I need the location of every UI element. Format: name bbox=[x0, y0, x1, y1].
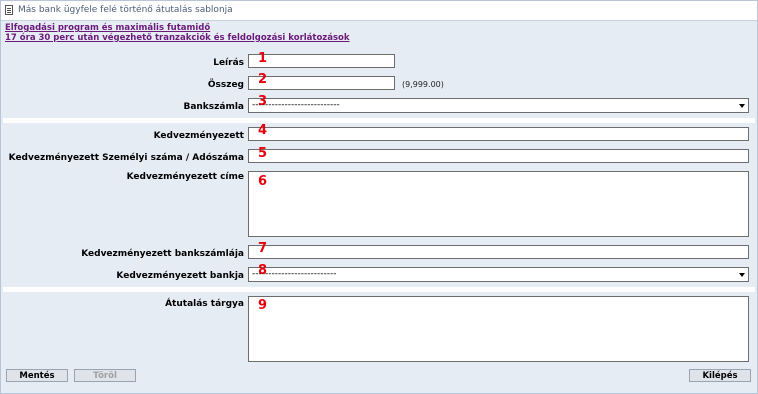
field-number-4: 4 bbox=[258, 123, 268, 138]
kedvezmenyezett-input[interactable] bbox=[248, 127, 749, 141]
kedvezmenyezett-label: Kedvezményezett bbox=[153, 131, 244, 141]
info-links: Elfogadási program és maximális futamidő… bbox=[5, 23, 350, 43]
link-acceptance-program[interactable]: Elfogadási program és maximális futamidő bbox=[5, 23, 350, 33]
cime-label: Kedvezményezett címe bbox=[126, 172, 244, 182]
bankszamla-select[interactable]: --------------------------- bbox=[248, 98, 749, 113]
chevron-down-icon bbox=[739, 104, 745, 108]
field-number-9: 9 bbox=[258, 298, 268, 313]
delete-button[interactable]: Töröl bbox=[74, 369, 136, 382]
cime-textarea[interactable] bbox=[248, 171, 749, 237]
field-number-3: 3 bbox=[258, 94, 268, 109]
section-divider bbox=[3, 287, 755, 292]
osszeg-input[interactable] bbox=[248, 76, 395, 90]
bankja-label: Kedvezményezett bankja bbox=[116, 271, 244, 281]
bankszamla-label: Bankszámla bbox=[183, 102, 244, 112]
document-icon bbox=[5, 5, 13, 15]
field-number-6: 6 bbox=[258, 174, 268, 189]
chevron-down-icon bbox=[739, 273, 745, 277]
link-after-1730-transactions[interactable]: 17 óra 30 perc után végezhető tranzakció… bbox=[5, 33, 350, 43]
osszeg-format-hint: (9,999.00) bbox=[402, 80, 444, 89]
field-number-5: 5 bbox=[258, 146, 268, 161]
field-number-8: 8 bbox=[258, 263, 268, 278]
bankszamlaja-label: Kedvezményezett bankszámlája bbox=[81, 249, 244, 259]
section-divider bbox=[3, 118, 755, 123]
form-frame: Más bank ügyfele felé történő átutalás s… bbox=[0, 0, 758, 394]
field-number-2: 2 bbox=[258, 72, 268, 87]
field-number-7: 7 bbox=[258, 241, 268, 256]
window-title: Más bank ügyfele felé történő átutalás s… bbox=[18, 5, 233, 15]
save-button[interactable]: Mentés bbox=[6, 369, 68, 382]
targya-label: Átutalás tárgya bbox=[165, 299, 244, 309]
bankszamlaja-input[interactable] bbox=[248, 245, 749, 259]
szemelyi-szam-input[interactable] bbox=[248, 149, 749, 163]
targya-textarea[interactable] bbox=[248, 296, 749, 362]
field-number-1: 1 bbox=[258, 51, 268, 66]
title-bar: Más bank ügyfele felé történő átutalás s… bbox=[1, 1, 757, 21]
osszeg-label: Összeg bbox=[207, 80, 244, 90]
szemelyi-szam-label: Kedvezményezett Személyi száma / Adószám… bbox=[8, 153, 244, 163]
exit-button[interactable]: Kilépés bbox=[689, 369, 751, 382]
bankja-select[interactable]: -------------------------- bbox=[248, 267, 749, 282]
leiras-input[interactable] bbox=[248, 54, 395, 68]
leiras-label: Leírás bbox=[213, 58, 244, 68]
